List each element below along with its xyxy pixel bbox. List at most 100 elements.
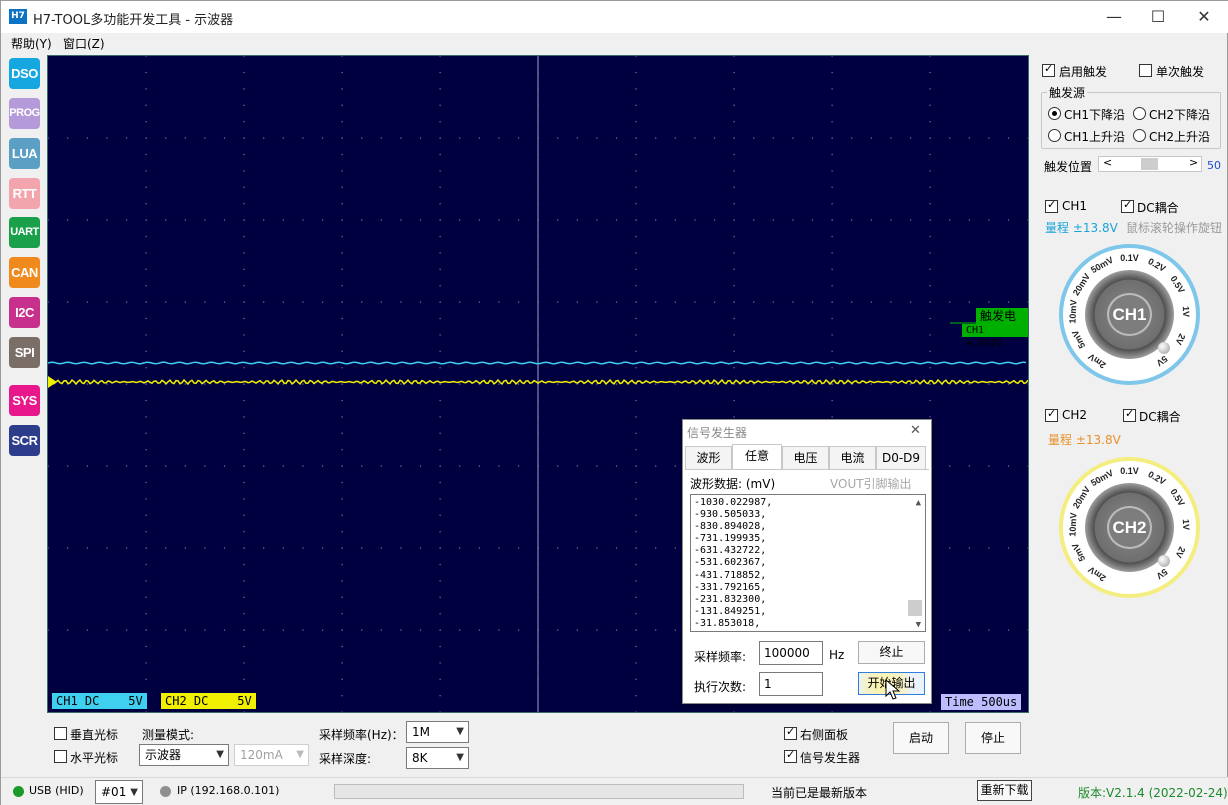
grid-dot: [635, 514, 637, 516]
tab-voltage[interactable]: 电压: [782, 446, 829, 470]
grid-dot: [145, 563, 147, 566]
right-panel-checkbox[interactable]: [784, 725, 797, 740]
grid-dot: [145, 235, 147, 238]
tab-arbitrary[interactable]: 任意: [732, 444, 782, 470]
dialog-close-button[interactable]: ✕: [910, 423, 921, 438]
grid-dot: [929, 367, 931, 369]
chevron-down-icon: ▼: [130, 787, 138, 798]
grid-dot: [184, 547, 186, 549]
grid-dot: [909, 383, 912, 385]
menu-window[interactable]: 窗口(Z): [63, 35, 105, 52]
ch1-fall-radio[interactable]: [1048, 107, 1061, 120]
grid-dot: [341, 104, 343, 106]
redownload-button[interactable]: 重新下载: [977, 780, 1032, 801]
grid-dot: [361, 383, 363, 385]
menu-help[interactable]: 帮助(Y): [11, 35, 52, 52]
grid-dot: [125, 301, 128, 303]
grid-dot: [733, 268, 735, 270]
slider-right-arrow[interactable]: >: [1189, 156, 1198, 169]
single-trigger-checkbox[interactable]: [1139, 64, 1152, 77]
grid-dot: [341, 56, 343, 57]
signal-generator-checkbox[interactable]: [784, 748, 797, 763]
exec-count-input[interactable]: 1: [759, 672, 823, 696]
scroll-down-icon[interactable]: ▼: [916, 619, 921, 631]
start-button[interactable]: 启动: [893, 722, 949, 754]
grid-dot: [831, 186, 833, 188]
grid-dot: [811, 219, 814, 221]
slider-left-arrow[interactable]: <: [1103, 156, 1112, 169]
enable-trigger-checkbox[interactable]: [1042, 62, 1055, 77]
tool-scr-button[interactable]: SCR: [9, 425, 40, 456]
grid-dot: [929, 186, 931, 188]
grid-dot: [615, 219, 618, 221]
grid-dot: [851, 219, 853, 221]
grid-dot: [831, 383, 833, 385]
tool-uart-button[interactable]: UART: [9, 217, 40, 248]
close-button[interactable]: ✕: [1181, 1, 1227, 33]
ch1-knob[interactable]: 2mV 5mV 10mV 20mV 50mV 0.1V 0.2V 0.5V 1V 2V 5V CH1: [1059, 244, 1200, 385]
ch2-fall-radio[interactable]: [1133, 107, 1146, 120]
stop-output-button[interactable]: 终止: [858, 641, 925, 664]
tool-sys-button[interactable]: SYS: [9, 385, 40, 416]
horizontal-cursor-checkbox[interactable]: [54, 750, 67, 763]
grid-dot: [145, 104, 147, 106]
sample-freq-input[interactable]: 100000: [759, 641, 823, 665]
scroll-up-icon[interactable]: ▲: [916, 497, 921, 509]
grid-dot: [459, 301, 461, 303]
grid-dot: [145, 481, 147, 484]
grid-dot: [439, 498, 441, 500]
tool-i2c-button[interactable]: I2C: [9, 297, 40, 328]
ch2-enable-checkbox[interactable]: [1045, 407, 1058, 422]
ch1-rise-radio[interactable]: [1048, 129, 1061, 142]
grid-dot: [459, 383, 461, 385]
maximize-button[interactable]: ☐: [1135, 1, 1181, 33]
grid-dot: [968, 301, 970, 303]
measure-mode-select[interactable]: 示波器 ▼: [139, 744, 229, 766]
ch2-rise-radio[interactable]: [1133, 129, 1146, 142]
tool-spi-button[interactable]: SPI: [9, 337, 40, 368]
tool-can-button[interactable]: CAN: [9, 257, 40, 288]
ch2-knob[interactable]: 2mV 5mV 10mV 20mV 50mV 0.1V 0.2V 0.5V 1V 2V 5V CH2: [1059, 457, 1200, 598]
grid-dot: [439, 268, 441, 270]
grid-dot: [243, 596, 245, 598]
grid-dot: [596, 219, 598, 221]
sample-rate-select[interactable]: 1M ▼: [406, 721, 469, 743]
grid-dot: [557, 301, 559, 303]
grid-dot: [361, 465, 363, 467]
tool-prog-button[interactable]: PROG: [9, 98, 40, 129]
grid-dot: [243, 449, 245, 451]
vertical-cursor-checkbox[interactable]: [54, 727, 67, 740]
wave-data-textarea[interactable]: -1030.022987, -930.505033, -830.894028, -73…: [690, 494, 926, 632]
wave-data-line: -631.432722,: [694, 545, 767, 557]
device-select[interactable]: #01 ▼: [95, 780, 143, 804]
minimize-button[interactable]: —: [1091, 1, 1137, 33]
ch2-dc-checkbox[interactable]: [1123, 407, 1136, 422]
grid-dot: [596, 629, 598, 631]
tool-lua-button[interactable]: LUA: [9, 138, 40, 169]
tab-digital[interactable]: D0-D9: [876, 446, 926, 470]
grid-dot: [890, 219, 892, 221]
grid-dot: [733, 121, 735, 123]
scrollbar-thumb[interactable]: [908, 600, 922, 616]
sample-depth-select[interactable]: 8K ▼: [406, 747, 469, 769]
tool-dso-button[interactable]: DSO: [9, 58, 40, 89]
grid-dot: [145, 629, 147, 631]
tab-waveform[interactable]: 波形: [685, 446, 732, 470]
knob-scale-label: 0.5V: [1168, 487, 1186, 508]
trigger-position-slider[interactable]: < >: [1098, 156, 1202, 172]
tab-current[interactable]: 电流: [829, 446, 876, 470]
stop-button[interactable]: 停止: [965, 722, 1021, 754]
grid-dot: [635, 678, 637, 680]
tool-rtt-button[interactable]: RTT: [9, 178, 40, 209]
slider-thumb[interactable]: [1141, 158, 1158, 170]
ch1-dc-checkbox[interactable]: [1121, 198, 1134, 213]
ch1-knob-label: CH1: [1107, 293, 1152, 336]
grid-dot: [145, 301, 147, 303]
grid-dot: [106, 301, 108, 303]
ch1-enable-checkbox[interactable]: [1045, 198, 1058, 213]
grid-dot: [282, 547, 284, 549]
grid-dot: [459, 219, 461, 221]
grid-dot: [478, 301, 480, 303]
grid-dot: [949, 547, 951, 549]
current-range-select[interactable]: 120mA ▼: [234, 744, 309, 766]
